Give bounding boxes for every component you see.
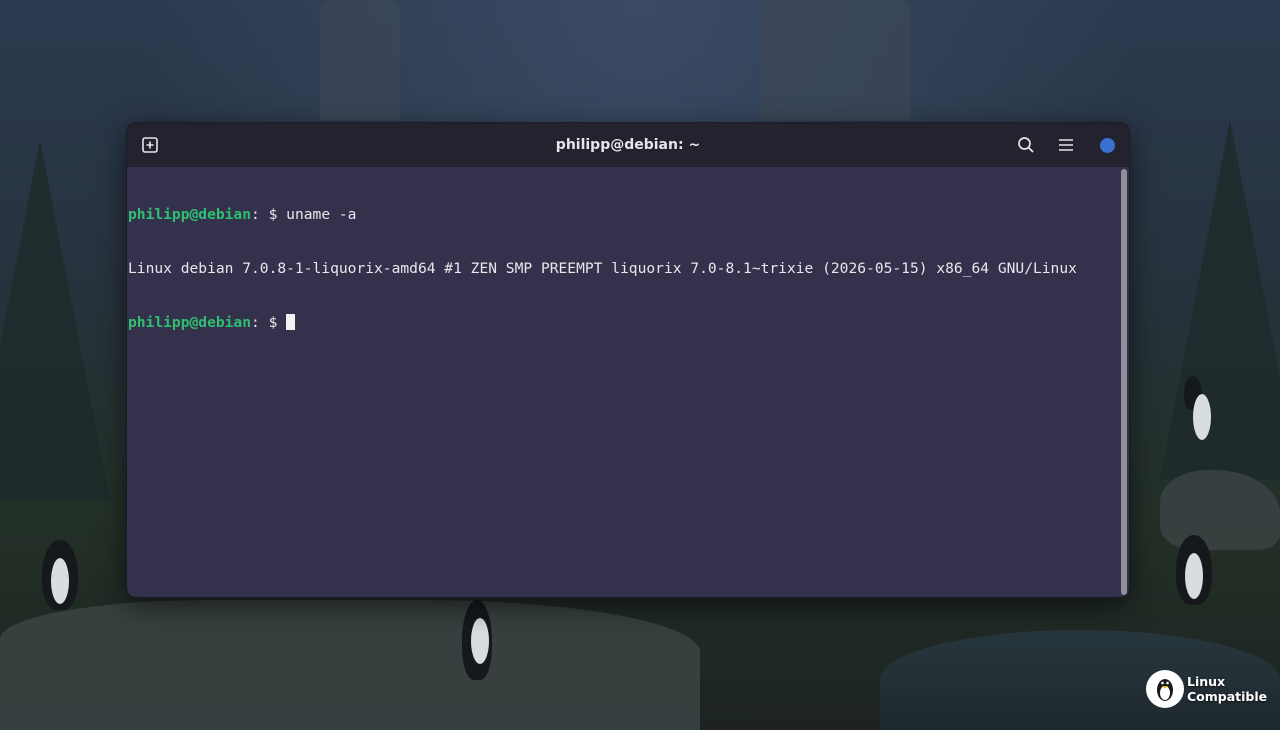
penguin-center (462, 600, 492, 680)
watermark-text: Linux Compatible (1187, 674, 1267, 704)
menu-button[interactable] (1055, 134, 1077, 156)
command-text: uname -a (286, 206, 357, 223)
prompt-suffix: : $ (251, 206, 287, 223)
text-cursor (286, 314, 296, 330)
penguin-left (42, 540, 78, 610)
terminal-titlebar[interactable]: philipp@debian: ~ (127, 123, 1129, 167)
new-tab-icon (141, 136, 159, 154)
penguin-right (1176, 535, 1212, 605)
tree-right (1160, 120, 1280, 480)
window-status-dot[interactable] (1100, 138, 1115, 153)
watermark-line-2: Compatible (1187, 689, 1268, 704)
command-output: Linux debian 7.0.8-1-liquorix-amd64 #1 Z… (128, 260, 1077, 277)
search-icon (1017, 136, 1035, 154)
prompt-user-host: philipp@debian (128, 206, 252, 223)
watermark-line-1: Linux (1187, 674, 1226, 689)
desktop-wallpaper: philipp@debian: ~ philipp@debian: $ unam… (0, 0, 1280, 730)
terminal-line-prompt: philipp@debian: $ (128, 314, 1121, 332)
terminal-line-command: philipp@debian: $ uname -a (128, 206, 1121, 224)
stone-path (0, 600, 700, 730)
tux-logo-icon (1146, 670, 1184, 708)
castle-tower-right (760, 0, 910, 120)
linux-compatible-watermark: Linux Compatible (1146, 670, 1267, 708)
new-tab-button[interactable] (139, 134, 161, 156)
castle-tower-left (320, 0, 400, 120)
search-button[interactable] (1015, 134, 1037, 156)
window-title: philipp@debian: ~ (555, 137, 701, 153)
terminal-output[interactable]: philipp@debian: $ uname -a Linux debian … (127, 167, 1121, 597)
terminal-line-output: Linux debian 7.0.8-1-liquorix-amd64 #1 Z… (128, 260, 1121, 278)
prompt-suffix: : $ (251, 314, 287, 331)
terminal-window[interactable]: philipp@debian: ~ philipp@debian: $ unam… (126, 122, 1130, 598)
prompt-user-host: philipp@debian (128, 314, 252, 331)
penguin-far-right (1184, 376, 1211, 440)
terminal-scrollbar[interactable] (1121, 169, 1127, 595)
hamburger-menu-icon (1057, 136, 1075, 154)
tree-left (0, 140, 110, 500)
rock-right (1160, 470, 1280, 550)
